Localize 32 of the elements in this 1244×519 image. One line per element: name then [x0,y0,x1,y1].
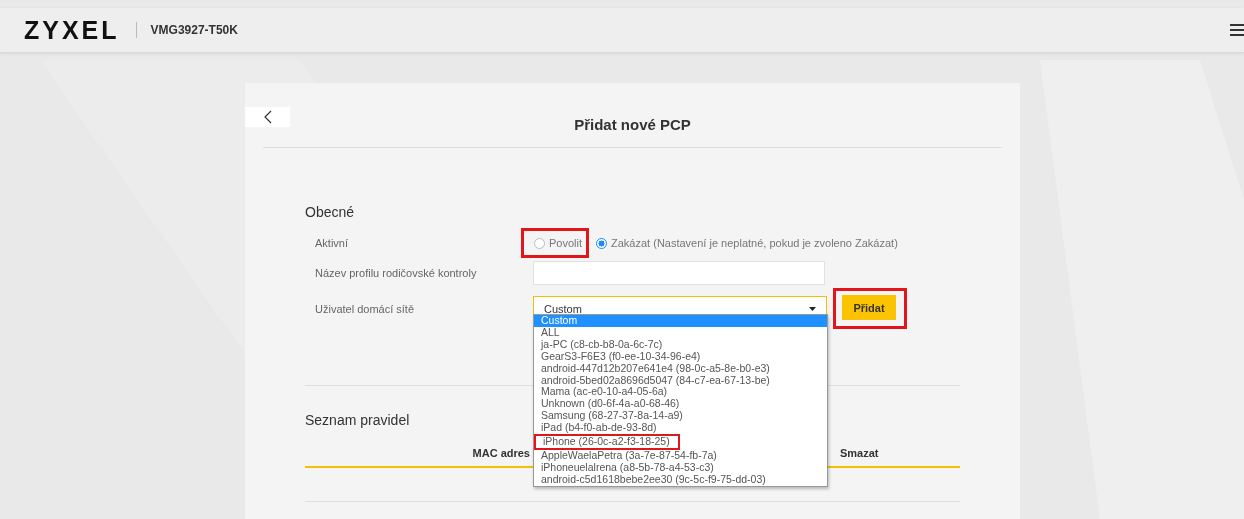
input-field[interactable] [533,261,825,285]
column-header: Smazat [840,447,879,459]
back-icon[interactable] [263,110,272,124]
dropdown-option[interactable]: Samsung (68-27-37-8a-14-a9) [534,410,691,423]
radio-button[interactable] [534,237,545,249]
add-button[interactable]: Přidat [842,295,896,320]
dropdown-option[interactable]: android-c5d1618bebe2ee30 (9c-5c-f9-75-dd-03) [534,473,774,486]
field-label: Uživatel domácí sítě [315,302,416,315]
field-label: Název profilu rodičovské kontroly [315,267,478,279]
logo: ZYXEL [24,15,120,45]
dropdown-option[interactable]: GearS3-F6E3 (f0-ee-10-34-96-e4) [534,350,709,363]
dropdown-option[interactable]: Mama (ac-e0-10-a4-05-6a) [534,386,676,399]
menu-icon[interactable] [1230,24,1244,36]
dropdown-option[interactable]: iPhone (26-0c-a2-f3-18-25) [536,436,678,448]
caret-icon [809,306,816,311]
section-heading: Seznam pravidel [305,412,410,428]
field-label: Aktivní [315,237,349,249]
column-header: MAC adres [471,447,530,459]
dropdown-option[interactable]: iPhoneuelalrena (a8-5b-78-a4-53-c3) [534,461,722,474]
dropdown-option[interactable]: Unknown (d0-6f-4a-a0-68-46) [534,398,688,411]
model-name: VMG3927-T50K [150,23,238,37]
radio-label: Zakázat (Nastavení je neplatné, pokud je zvoleno Zakázat) [611,237,898,249]
radio-label: Povolit [549,237,583,249]
dropdown-option[interactable]: ALL [534,326,568,339]
section-heading: Obecné [305,204,355,220]
radio-button[interactable] [596,237,608,249]
dropdown-option[interactable]: ja-PC (c8-cb-b8-0a-6c-7c) [534,338,671,351]
page-title: Přidat nové PCP [574,114,691,133]
dropdown-option[interactable]: android-447d12b207e641e4 (98-0c-a5-8e-b0-e3) [534,362,778,375]
dropdown-option[interactable]: AppleWaelaPetra (3a-7e-87-54-fb-7a) [534,449,725,462]
dropdown-option[interactable]: iPad (b4-f0-ab-de-93-8d) [534,422,665,435]
dropdown-option[interactable]: android-5bed02a8696d5047 (84-c7-ea-67-13-be) [534,374,778,387]
